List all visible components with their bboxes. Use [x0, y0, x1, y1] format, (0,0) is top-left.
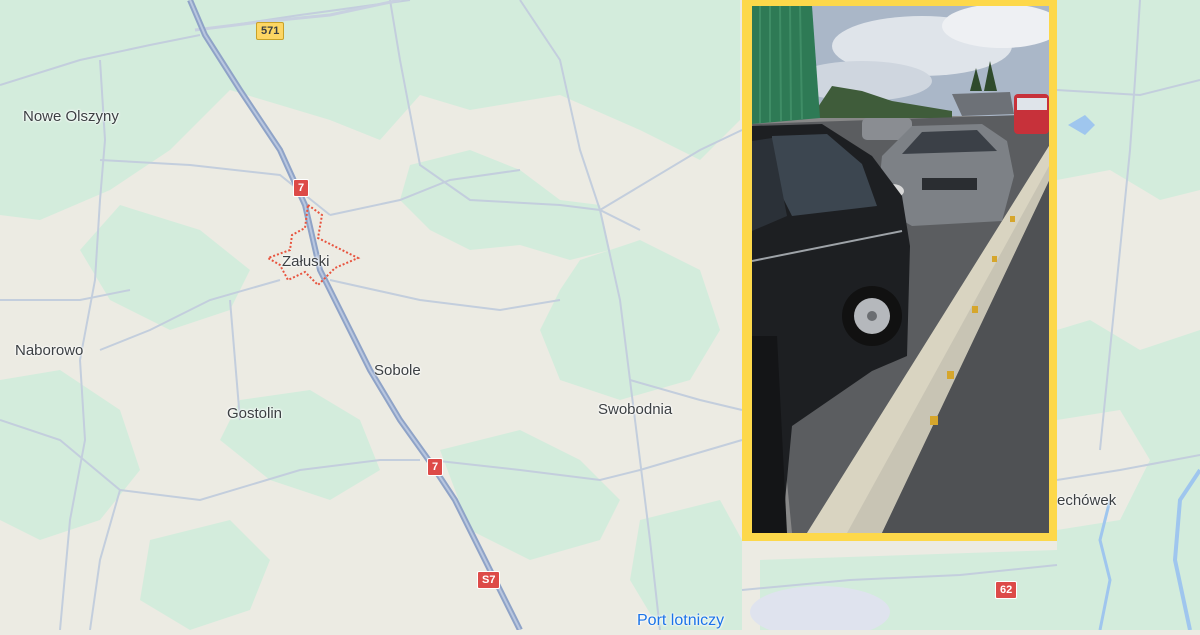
place-label-naborowo: Naborowo — [15, 342, 84, 359]
place-label-swobodnia: Swobodnia — [598, 401, 673, 418]
place-label-gostolin: Gostolin — [227, 405, 283, 422]
road-shield-7: 7 — [293, 179, 310, 197]
road-shield-62: 62 — [995, 581, 1018, 599]
road-shield-571: 571 — [256, 22, 285, 40]
accident-photo-image — [752, 6, 1049, 533]
noise-barrier — [752, 6, 820, 124]
road-shield-s7: S7 — [477, 571, 501, 589]
place-label-zaluski: Załuski — [282, 253, 330, 270]
place-label-port-lotniczy: Port lotniczy — [637, 612, 725, 629]
fire-truck-window — [1017, 98, 1047, 110]
road-shield-7: 7 — [427, 458, 444, 476]
place-label-echowek: echówek — [1057, 492, 1117, 509]
hub — [867, 311, 877, 321]
damaged-car-hood-raised — [952, 92, 1014, 116]
place-label-nowe-olszyny: Nowe Olszyny — [23, 108, 119, 125]
photo-frame — [742, 0, 1057, 541]
damaged-car-grille — [922, 178, 977, 190]
place-label-sobole: Sobole — [374, 362, 421, 379]
land-area — [1057, 170, 1200, 350]
accident-photo[interactable] — [752, 6, 1049, 533]
